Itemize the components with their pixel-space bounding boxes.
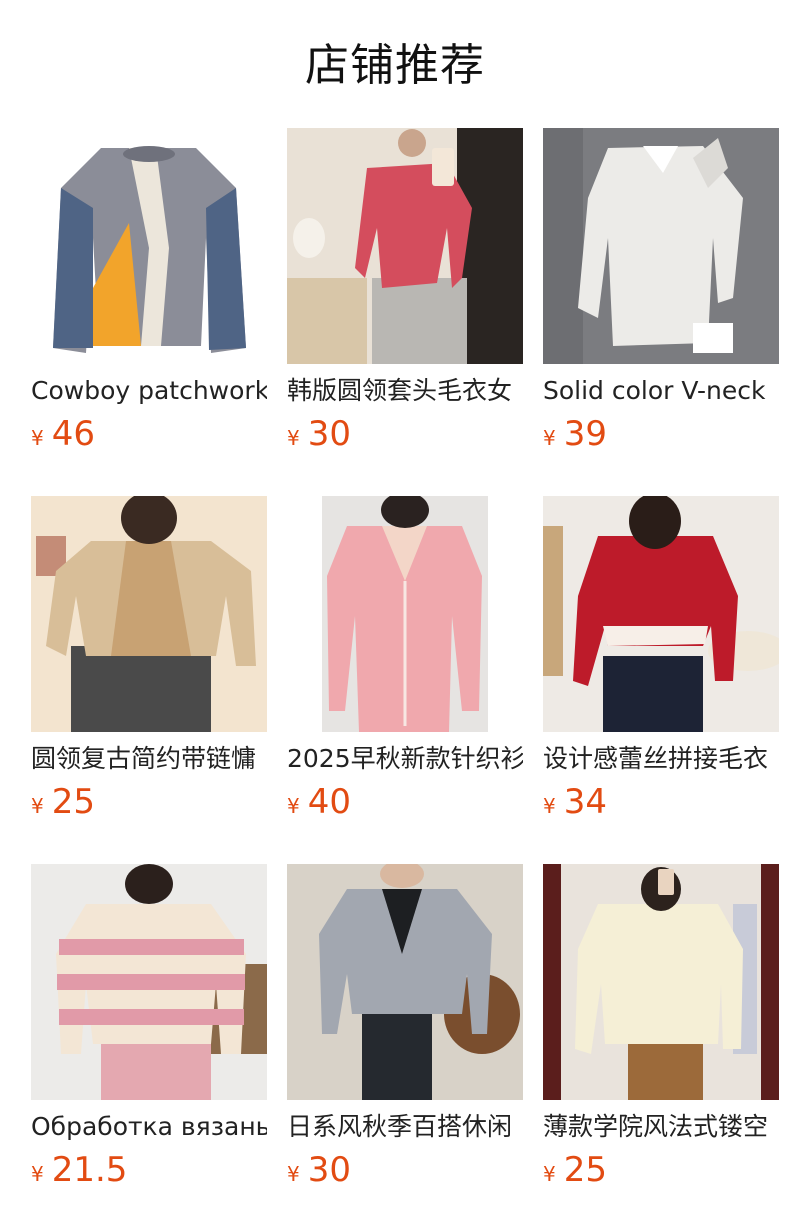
currency-symbol: ¥ [287,794,300,818]
price-value: 46 [51,414,95,454]
currency-symbol: ¥ [31,426,44,450]
product-price: ¥40 [287,782,523,822]
currency-symbol: ¥ [31,1162,44,1186]
currency-symbol: ¥ [543,1162,556,1186]
product-name[interactable]: 圆领复古简约带链慵 [31,742,267,776]
sweater-image [543,496,779,732]
price-value: 25 [563,1150,607,1190]
price-value: 40 [307,782,351,822]
currency-symbol: ¥ [31,794,44,818]
price-value: 25 [51,782,95,822]
currency-symbol: ¥ [543,426,556,450]
product-name[interactable]: Cowboy patchwork [31,374,267,408]
product-image[interactable] [543,864,779,1100]
product-card[interactable]: Cowboy patchwork ¥46 [31,128,267,496]
currency-symbol: ¥ [287,426,300,450]
price-value: 39 [563,414,607,454]
product-image[interactable] [31,864,267,1100]
sweater-image [543,864,779,1100]
product-name[interactable]: Обработка вязань [31,1110,267,1144]
product-image[interactable] [287,496,523,732]
product-price: ¥25 [31,782,267,822]
section-title: 店铺推荐 [305,40,485,91]
product-card[interactable]: 设计感蕾丝拼接毛衣 ¥34 [543,496,779,864]
product-name[interactable]: 薄款学院风法式镂空 [543,1110,779,1144]
sweater-image [287,128,523,364]
product-name[interactable]: 日系风秋季百搭休闲 [287,1110,523,1144]
product-name[interactable]: 2025早秋新款针织衫 [287,742,523,776]
sweater-image [287,496,523,732]
product-name[interactable]: 韩版圆领套头毛衣女 [287,374,523,408]
sweater-image [287,864,523,1100]
product-image[interactable] [287,128,523,364]
product-price: ¥21.5 [31,1150,267,1190]
product-grid: Cowboy patchwork ¥46 韩版圆领套头毛衣女 ¥ 30 Soli… [31,128,779,1232]
sweater-image [543,128,779,364]
product-card[interactable]: Обработка вязань ¥21.5 [31,864,267,1232]
product-card[interactable]: 日系风秋季百搭休闲 ¥30 [287,864,523,1232]
product-card[interactable]: 2025早秋新款针织衫 ¥40 [287,496,523,864]
currency-symbol: ¥ [287,1162,300,1186]
product-price: ¥30 [287,414,523,454]
product-image[interactable] [543,128,779,364]
price-value: 21.5 [51,1150,128,1190]
sweater-image [31,496,267,732]
product-image[interactable] [543,496,779,732]
shop-recommendations-page: 店铺推荐 Cowboy patchwork ¥46 韩版圆领套头毛衣女 ¥ 30… [0,0,790,1232]
product-card[interactable]: 韩版圆领套头毛衣女 ¥30 [287,128,523,496]
product-price: ¥39 [543,414,779,454]
product-name[interactable]: Solid color V-neck [543,374,779,408]
product-image[interactable] [31,496,267,732]
product-image[interactable] [287,864,523,1100]
currency-symbol: ¥ [543,794,556,818]
product-price: ¥46 [31,414,267,454]
product-price: ¥34 [543,782,779,822]
product-name[interactable]: 设计感蕾丝拼接毛衣 [543,742,779,776]
product-card[interactable]: Solid color V-neck ¥39 [543,128,779,496]
price-value: 34 [563,782,607,822]
product-price: ¥25 [543,1150,779,1190]
price-value: 30 [307,1150,351,1190]
product-card[interactable]: 薄款学院风法式镂空 ¥25 [543,864,779,1232]
sweater-image [31,864,267,1100]
sweater-image [31,128,267,364]
price-value: 30 [307,414,351,454]
product-image[interactable] [31,128,267,364]
product-price: ¥30 [287,1150,523,1190]
product-card[interactable]: 圆领复古简约带链慵 ¥25 [31,496,267,864]
